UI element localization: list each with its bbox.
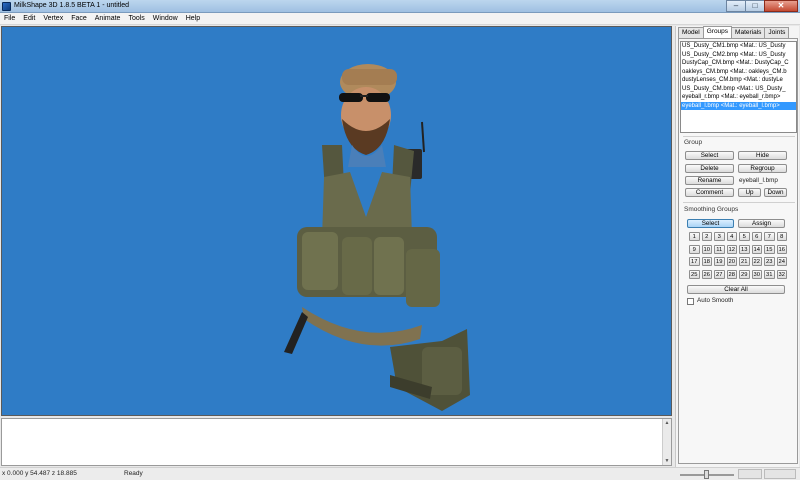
- clear-all-button[interactable]: Clear All: [687, 285, 785, 294]
- smoothing-group-17[interactable]: 17: [689, 257, 700, 266]
- smoothing-group-5[interactable]: 5: [739, 232, 750, 241]
- status-coordinates: x 0.000 y 54.487 z 18.885: [2, 470, 77, 477]
- group-comment-button[interactable]: Comment: [685, 188, 734, 197]
- smoothing-group-19[interactable]: 19: [714, 257, 725, 266]
- list-item[interactable]: dustyLenses_CM.bmp <Mat.: dustyLe: [681, 76, 796, 85]
- smoothing-group-2[interactable]: 2: [701, 232, 712, 241]
- side-panel: Model Groups Materials Joints US_Dusty_C…: [675, 26, 799, 467]
- smoothing-group-31[interactable]: 31: [764, 269, 775, 279]
- smoothing-group-4[interactable]: 4: [726, 232, 737, 241]
- tab-materials[interactable]: Materials: [731, 27, 766, 38]
- smoothing-group-1[interactable]: 1: [689, 232, 700, 241]
- smoothing-group-12[interactable]: 12: [726, 244, 737, 254]
- 3d-viewport[interactable]: [1, 26, 672, 416]
- list-item[interactable]: US_Dusty_CM2.bmp <Mat.: US_Dusty: [681, 51, 796, 60]
- list-item[interactable]: eyeball_r.bmp <Mat.: eyeball_r.bmp>: [681, 93, 796, 102]
- smoothing-group-27[interactable]: 27: [714, 269, 725, 279]
- status-box-1: [738, 469, 762, 479]
- group-select-button[interactable]: Select: [685, 151, 734, 160]
- smoothing-group-3[interactable]: 3: [714, 232, 725, 241]
- smoothing-group-22[interactable]: 22: [751, 257, 762, 266]
- scroll-up-arrow-icon[interactable]: ▲: [663, 419, 671, 427]
- list-item[interactable]: US_Dusty_CM.bmp <Mat.: US_Dusty_: [681, 85, 796, 94]
- list-item[interactable]: oakleys_CM.bmp <Mat.: oakleys_CM.b: [681, 68, 796, 77]
- smoothing-group-21[interactable]: 21: [739, 257, 750, 266]
- menu-animate[interactable]: Animate: [91, 13, 125, 24]
- menu-vertex[interactable]: Vertex: [39, 13, 67, 24]
- app-window: MilkShape 3D 1.8.5 BETA 1 - untitled – □…: [0, 0, 800, 480]
- smoothing-group-23[interactable]: 23: [764, 257, 775, 266]
- group-rename-button[interactable]: Rename: [685, 176, 734, 185]
- group-up-button[interactable]: Up: [738, 188, 761, 197]
- scroll-down-arrow-icon[interactable]: ▼: [663, 457, 671, 465]
- maximize-button[interactable]: □: [745, 0, 765, 12]
- smoothing-group-18[interactable]: 18: [701, 257, 712, 266]
- auto-smooth-checkbox[interactable]: [687, 298, 694, 305]
- smoothing-group-10[interactable]: 10: [701, 244, 712, 254]
- model-render: [284, 64, 470, 411]
- smoothing-number-grid: 1 2 3 4 5 6 7 8 9 10 11 12 13 14 15 16 1…: [689, 232, 789, 279]
- smoothing-group-24[interactable]: 24: [776, 257, 787, 266]
- window-title: MilkShape 3D 1.8.5 BETA 1 - untitled: [14, 2, 130, 9]
- smoothing-group-6[interactable]: 6: [751, 232, 762, 241]
- smoothing-section-label: Smoothing Groups: [684, 206, 739, 213]
- group-down-button[interactable]: Down: [764, 188, 787, 197]
- menu-edit[interactable]: Edit: [19, 13, 39, 24]
- divider: [683, 136, 795, 137]
- list-item[interactable]: DustyCap_CM.bmp <Mat.: DustyCap_C: [681, 59, 796, 68]
- panel-tabs: Model Groups Materials Joints: [678, 26, 790, 38]
- smoothing-group-16[interactable]: 16: [776, 244, 787, 254]
- tab-groups[interactable]: Groups: [702, 26, 733, 38]
- menu-help[interactable]: Help: [182, 13, 204, 24]
- tab-model[interactable]: Model: [678, 27, 704, 38]
- message-pane[interactable]: ▲ ▼: [1, 418, 672, 466]
- close-button[interactable]: ✕: [764, 0, 798, 12]
- status-bar: x 0.000 y 54.487 z 18.885 Ready: [0, 467, 800, 480]
- group-regroup-button[interactable]: Regroup: [738, 164, 787, 173]
- menu-tools[interactable]: Tools: [124, 13, 148, 24]
- smoothing-group-28[interactable]: 28: [726, 269, 737, 279]
- group-hide-button[interactable]: Hide: [738, 151, 787, 160]
- menu-bar: File Edit Vertex Face Animate Tools Wind…: [0, 13, 800, 25]
- smoothing-group-32[interactable]: 32: [776, 269, 787, 279]
- smoothing-group-14[interactable]: 14: [751, 244, 762, 254]
- smoothing-select-button[interactable]: Select: [687, 219, 734, 228]
- message-scrollbar[interactable]: ▲ ▼: [662, 419, 671, 465]
- menu-window[interactable]: Window: [149, 13, 182, 24]
- group-delete-button[interactable]: Delete: [685, 164, 734, 173]
- status-text: Ready: [124, 470, 143, 477]
- smoothing-group-26[interactable]: 26: [701, 269, 712, 279]
- tab-joints[interactable]: Joints: [764, 27, 790, 38]
- groups-tab-body: US_Dusty_CM1.bmp <Mat.: US_Dusty US_Dust…: [678, 38, 798, 464]
- group-list[interactable]: US_Dusty_CM1.bmp <Mat.: US_Dusty US_Dust…: [680, 41, 797, 133]
- group-section-label: Group: [684, 139, 703, 146]
- window-controls: – □ ✕: [726, 0, 798, 12]
- head-model: [339, 64, 397, 167]
- smoothing-group-13[interactable]: 13: [739, 244, 750, 254]
- minimize-button[interactable]: –: [726, 0, 746, 12]
- divider: [683, 202, 795, 203]
- smoothing-group-30[interactable]: 30: [751, 269, 762, 279]
- status-box-2: [764, 469, 796, 479]
- zoom-slider-thumb[interactable]: [704, 470, 709, 479]
- smoothing-group-25[interactable]: 25: [689, 269, 700, 279]
- smoothing-group-11[interactable]: 11: [714, 244, 725, 254]
- list-item[interactable]: US_Dusty_CM1.bmp <Mat.: US_Dusty: [681, 42, 796, 51]
- smoothing-group-20[interactable]: 20: [726, 257, 737, 266]
- list-item-selected[interactable]: eyeball_l.bmp <Mat.: eyeball_l.bmp>: [681, 101, 796, 110]
- group-name-value: eyeball_l.bmp: [739, 177, 778, 184]
- smoothing-assign-button[interactable]: Assign: [738, 219, 785, 228]
- vest-model: [284, 145, 470, 411]
- smoothing-group-29[interactable]: 29: [739, 269, 750, 279]
- menu-face[interactable]: Face: [67, 13, 91, 24]
- smoothing-group-9[interactable]: 9: [689, 244, 700, 254]
- title-bar: MilkShape 3D 1.8.5 BETA 1 - untitled – □…: [0, 0, 800, 13]
- smoothing-group-7[interactable]: 7: [764, 232, 775, 241]
- app-icon: [2, 2, 11, 11]
- smoothing-group-8[interactable]: 8: [776, 232, 787, 241]
- smoothing-group-15[interactable]: 15: [764, 244, 775, 254]
- menu-file[interactable]: File: [0, 13, 19, 24]
- auto-smooth-label: Auto Smooth: [697, 297, 734, 304]
